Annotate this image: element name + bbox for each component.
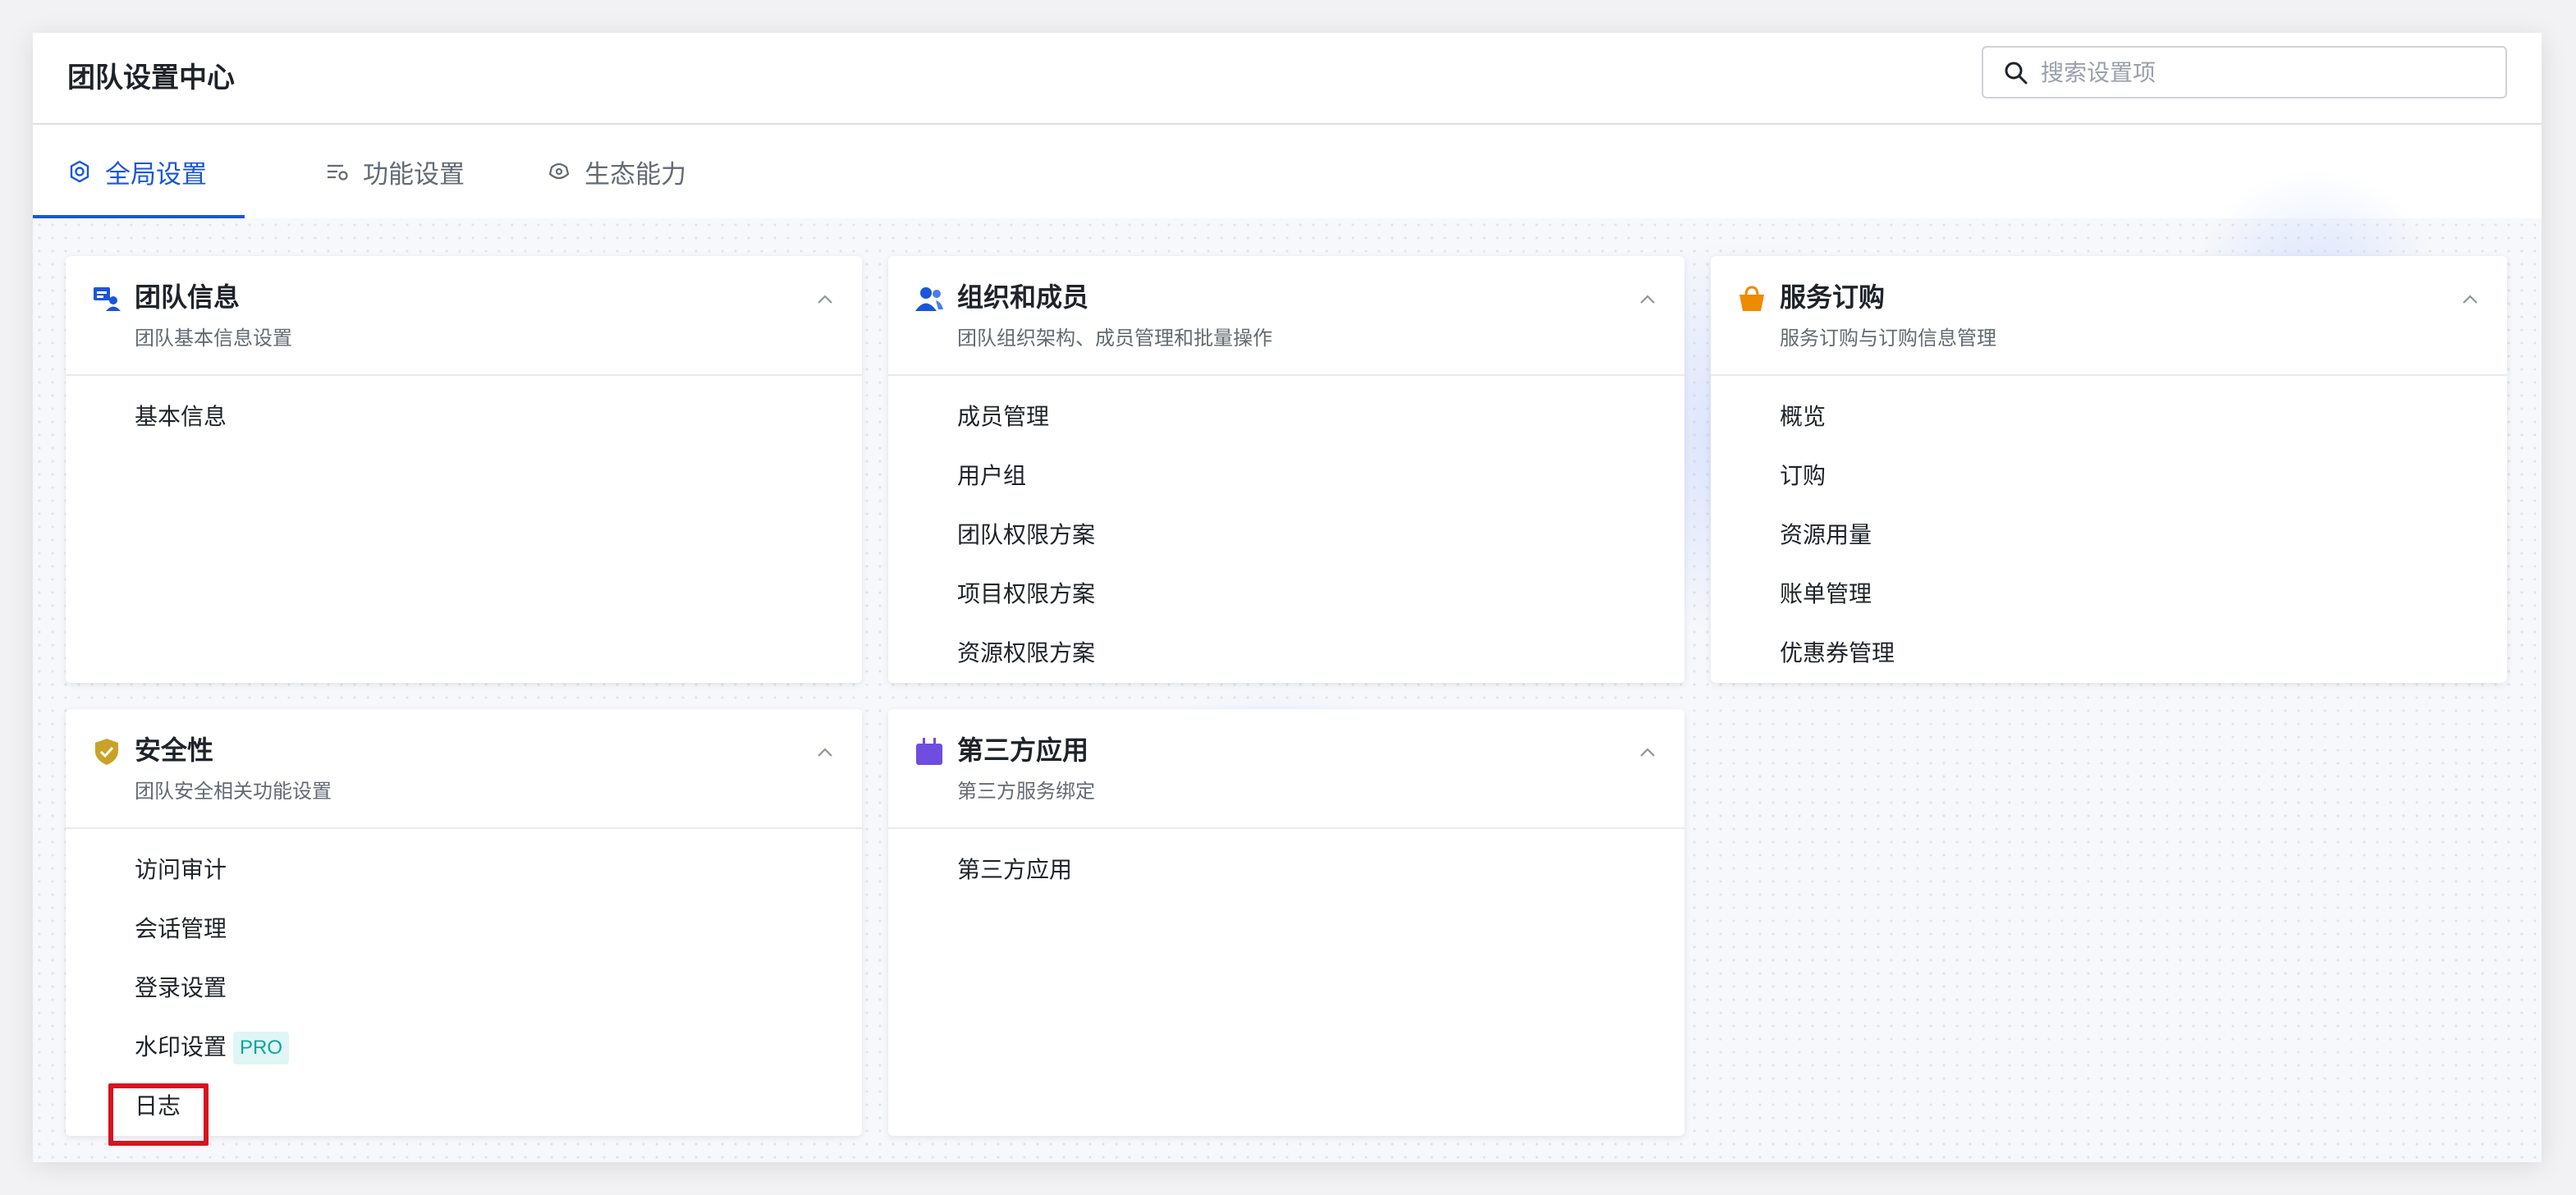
tab-label: 全局设置: [105, 159, 207, 190]
menu-item-label: 日志: [135, 1092, 181, 1119]
card-security: 安全性 团队安全相关功能设置 访问审计 会话管理 登录设置 水印设置 PRO 日志: [66, 709, 862, 1146]
menu-item-access-audit[interactable]: 访问审计: [66, 840, 862, 900]
members-icon: [915, 287, 943, 311]
card-title: 组织和成员: [957, 282, 1089, 313]
tab-label: 功能设置: [363, 159, 465, 190]
card-title: 服务订购: [1780, 282, 1886, 313]
chevron-up-icon[interactable]: [2458, 287, 2482, 312]
menu-item-session-management[interactable]: 会话管理: [66, 900, 862, 959]
card-subtitle: 团队基本信息设置: [135, 327, 292, 350]
card-header: 服务订购 服务订购与订购信息管理: [1711, 256, 2507, 376]
card-service-order: 服务订购 服务订购与订购信息管理 概览 订购 资源用量 账单管理 优惠券管理: [1711, 256, 2507, 683]
menu-item-billing[interactable]: 账单管理: [1711, 565, 2507, 624]
menu-item-basic-info[interactable]: 基本信息: [66, 387, 862, 446]
menu-item-member-management[interactable]: 成员管理: [888, 387, 1684, 446]
menu-item-team-permission-schemes[interactable]: 团队权限方案: [888, 506, 1684, 565]
search-icon: [2005, 62, 2028, 85]
card-subtitle: 服务订购与订购信息管理: [1780, 327, 1996, 350]
menu-item-logs[interactable]: 日志: [66, 1077, 862, 1146]
card-header: 组织和成员 团队组织架构、成员管理和批量操作: [888, 256, 1684, 376]
feature-settings-icon: [328, 164, 348, 181]
app-icon: [916, 738, 942, 765]
search-input[interactable]: [2041, 54, 2484, 90]
menu-item-overview[interactable]: 概览: [1711, 387, 2507, 446]
tab-feature-settings[interactable]: 功能设置: [325, 125, 465, 218]
card-header: 第三方应用 第三方服务绑定: [888, 709, 1684, 829]
card-header: 团队信息 团队基本信息设置: [66, 256, 862, 376]
chevron-up-icon[interactable]: [813, 740, 837, 765]
menu-item-resource-usage[interactable]: 资源用量: [1711, 506, 2507, 565]
menu-item-third-party-apps[interactable]: 第三方应用: [888, 840, 1684, 900]
card-org-members: 组织和成员 团队组织架构、成员管理和批量操作 成员管理 用户组 团队权限方案 项…: [888, 256, 1684, 683]
card-title: 第三方应用: [957, 735, 1089, 766]
chevron-up-icon[interactable]: [1635, 287, 1660, 312]
menu-item-login-settings[interactable]: 登录设置: [66, 959, 862, 1018]
menu-item-coupons[interactable]: 优惠券管理: [1711, 624, 2507, 683]
ecosystem-icon: [548, 163, 570, 180]
card-subtitle: 第三方服务绑定: [957, 780, 1095, 803]
card-team-info: 团队信息 团队基本信息设置 基本信息: [66, 256, 862, 683]
card-third-party-apps: 第三方应用 第三方服务绑定 第三方应用: [888, 709, 1684, 1136]
tab-ecosystem[interactable]: 生态能力: [547, 125, 686, 218]
team-info-icon: [94, 287, 121, 311]
card-subtitle: 团队安全相关功能设置: [135, 780, 332, 803]
menu-item-project-permission-schemes[interactable]: 项目权限方案: [888, 565, 1684, 624]
card-header: 安全性 团队安全相关功能设置: [66, 709, 862, 829]
chevron-up-icon[interactable]: [813, 287, 837, 312]
menu-item-label: 水印设置: [135, 1033, 227, 1060]
menu-item-resource-permission-schemes[interactable]: 资源权限方案: [888, 624, 1684, 683]
settings-content: 团队信息 团队基本信息设置 基本信息 组织和成员 团队组织架构、成员管理和批量操…: [33, 169, 2542, 1162]
settings-window: 团队设置中心 全局设置 功能设置: [33, 33, 2542, 1162]
page-title: 团队设置中心: [67, 62, 235, 94]
menu-item-order[interactable]: 订购: [1711, 446, 2507, 506]
card-title: 安全性: [135, 735, 214, 766]
settings-icon: [70, 160, 89, 183]
menu-item-user-groups[interactable]: 用户组: [888, 446, 1684, 506]
shopping-basket-icon: [1739, 286, 1764, 311]
search-box[interactable]: [1982, 46, 2507, 98]
header: 团队设置中心: [33, 33, 2542, 125]
menu-item-watermark-settings[interactable]: 水印设置 PRO: [66, 1018, 862, 1077]
pro-badge: PRO: [233, 1032, 290, 1065]
tab-label: 生态能力: [584, 159, 686, 190]
tab-global-settings[interactable]: 全局设置: [33, 125, 245, 218]
shield-check-icon: [95, 739, 118, 765]
card-subtitle: 团队组织架构、成员管理和批量操作: [957, 327, 1272, 350]
tab-bar: 全局设置 功能设置 生态能力: [33, 125, 2542, 218]
chevron-up-icon[interactable]: [1635, 740, 1660, 765]
card-title: 团队信息: [135, 282, 241, 313]
